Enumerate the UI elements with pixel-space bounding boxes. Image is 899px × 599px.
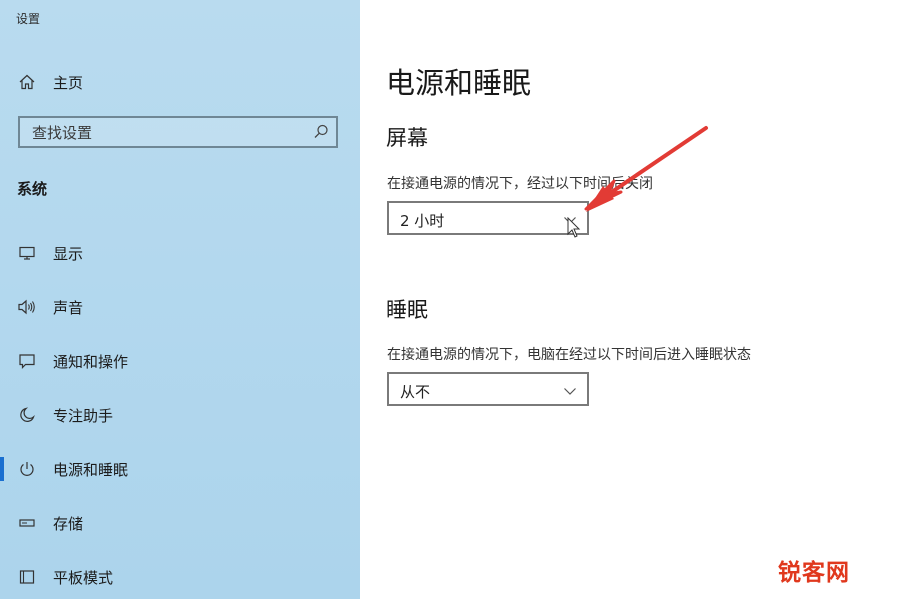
sleep-heading: 睡眠: [386, 298, 428, 322]
sidebar-item-notifications[interactable]: 通知和操作: [0, 341, 360, 381]
sidebar-item-tablet-mode[interactable]: 平板模式: [0, 557, 360, 597]
dropdown-value: 2 小时: [400, 212, 445, 230]
sidebar-item-home[interactable]: 主页: [0, 62, 360, 102]
sidebar-item-label: 通知和操作: [53, 352, 129, 371]
main-panel: 电源和睡眠 屏幕 在接通电源的情况下，经过以下时间后关闭 2 小时 睡眠 在接通…: [360, 0, 899, 599]
sidebar: 设置 主页 系统 显示 声音 通知和操作 专注助手: [0, 0, 360, 599]
home-icon: [17, 72, 37, 92]
sleep-timeout-dropdown[interactable]: 从不: [387, 372, 589, 406]
chevron-down-icon: [563, 383, 577, 397]
search-box[interactable]: [18, 116, 338, 148]
page-title: 电源和睡眠: [386, 66, 532, 100]
sidebar-item-storage[interactable]: 存储: [0, 503, 360, 543]
sidebar-item-focus-assist[interactable]: 专注助手: [0, 395, 360, 435]
search-icon[interactable]: [312, 123, 330, 141]
sidebar-item-sound[interactable]: 声音: [0, 287, 360, 327]
tablet-icon: [17, 567, 37, 587]
sidebar-item-power-sleep[interactable]: 电源和睡眠: [0, 449, 360, 489]
mouse-cursor-icon: [567, 217, 581, 238]
moon-icon: [17, 405, 37, 425]
sidebar-item-label: 平板模式: [53, 568, 114, 587]
sidebar-item-label: 电源和睡眠: [53, 460, 129, 479]
sidebar-item-label: 主页: [53, 73, 84, 92]
watermark-logo: 锐客网: [778, 560, 850, 586]
dropdown-value: 从不: [400, 383, 431, 401]
screen-timeout-dropdown[interactable]: 2 小时: [387, 201, 589, 235]
sidebar-item-label: 专注助手: [53, 406, 114, 425]
monitor-icon: [17, 243, 37, 263]
sidebar-item-display[interactable]: 显示: [0, 233, 360, 273]
sleep-description: 在接通电源的情况下，电脑在经过以下时间后进入睡眠状态: [387, 347, 751, 363]
power-icon: [17, 459, 37, 479]
section-label-system: 系统: [17, 180, 48, 198]
sidebar-item-label: 存储: [53, 514, 84, 533]
sidebar-item-label: 显示: [53, 244, 84, 263]
window-title: 设置: [16, 12, 41, 26]
notification-icon: [17, 351, 37, 371]
speaker-icon: [17, 297, 37, 317]
screen-description: 在接通电源的情况下，经过以下时间后关闭: [387, 176, 653, 192]
screen-heading: 屏幕: [386, 126, 428, 150]
sidebar-item-label: 声音: [53, 298, 84, 317]
search-input[interactable]: [30, 122, 304, 144]
storage-icon: [17, 513, 37, 533]
